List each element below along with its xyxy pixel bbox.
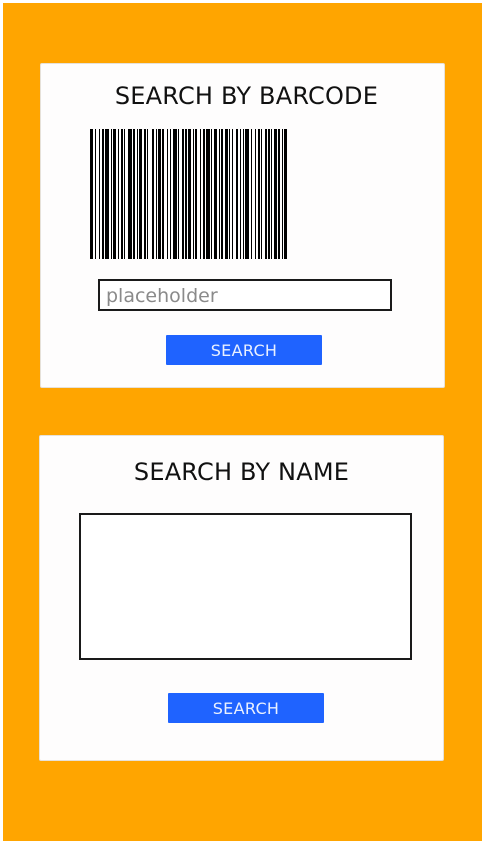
name-search-button[interactable]: SEARCH [168, 693, 324, 723]
name-section-title: SEARCH BY NAME [133, 458, 350, 486]
name-search-card: SEARCH BY NAME SEARCH [39, 435, 444, 761]
name-input[interactable] [79, 513, 412, 660]
barcode-search-button[interactable]: SEARCH [166, 335, 322, 365]
barcode-icon [90, 129, 287, 259]
app-background: SEARCH BY BARCODE SEARCH SEARCH BY NAME … [3, 3, 482, 841]
barcode-search-card: SEARCH BY BARCODE SEARCH [40, 63, 445, 388]
barcode-section-title: SEARCH BY BARCODE [114, 82, 379, 110]
barcode-input[interactable] [98, 279, 392, 311]
